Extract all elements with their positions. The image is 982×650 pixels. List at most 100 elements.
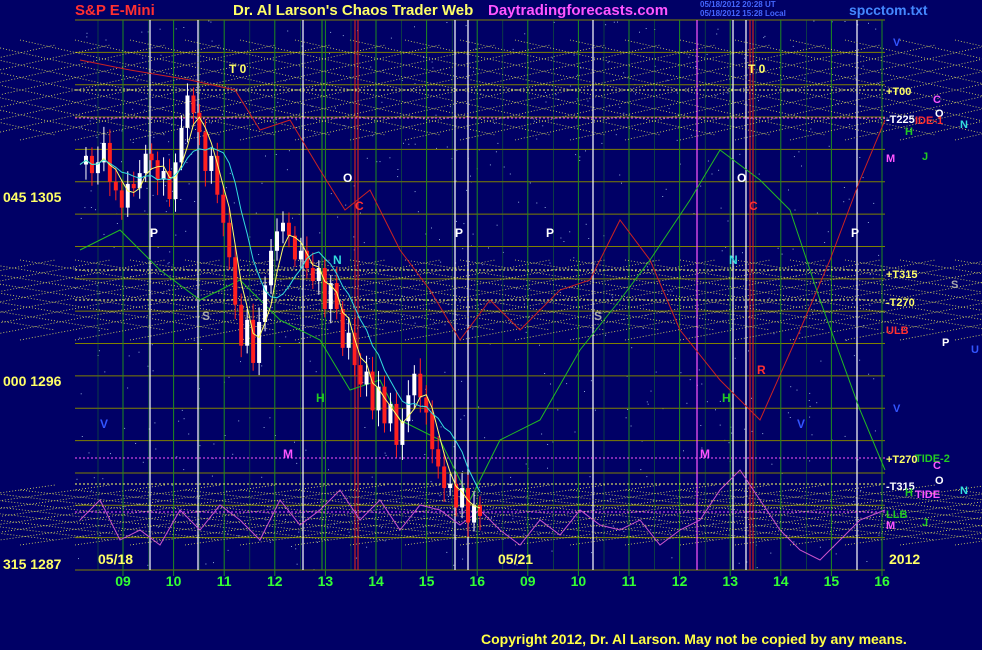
star-dot	[292, 217, 293, 219]
star-dot	[277, 101, 279, 103]
star-dot	[98, 330, 100, 332]
star-dot	[372, 135, 374, 137]
star-dot	[412, 318, 414, 319]
star-dot	[171, 484, 173, 486]
star-dot	[381, 101, 383, 103]
planet-marker: H	[316, 391, 325, 405]
star-dot	[463, 223, 465, 225]
x-axis-tick-label: 11	[622, 573, 637, 589]
star-dot	[631, 347, 633, 349]
star-dot	[640, 469, 642, 471]
price-bar	[275, 231, 280, 251]
star-dot	[124, 427, 126, 429]
star-dot	[353, 236, 355, 238]
star-dot	[291, 546, 292, 547]
star-dot	[430, 481, 432, 483]
star-dot	[86, 36, 88, 38]
price-bar	[113, 181, 118, 191]
star-dot	[258, 254, 260, 255]
right-marker: P	[942, 337, 949, 349]
star-dot	[330, 193, 332, 195]
star-dot	[301, 45, 303, 47]
star-dot	[490, 517, 492, 519]
timestamp-ut: 05/18/2012 20:28 UT	[700, 0, 776, 9]
star-dot	[584, 391, 585, 392]
star-dot	[811, 434, 813, 436]
price-bar	[358, 365, 363, 385]
star-dot	[284, 80, 286, 82]
star-dot	[799, 332, 801, 334]
right-marker: C	[933, 460, 941, 472]
star-dot	[869, 274, 871, 276]
star-dot	[868, 373, 870, 375]
star-dot	[820, 360, 822, 362]
star-dot	[594, 409, 596, 411]
right-marker: J	[922, 151, 928, 163]
star-dot	[183, 469, 185, 471]
right-marker: H	[905, 487, 913, 499]
planet-marker: M	[700, 447, 710, 461]
star-dot	[494, 122, 496, 124]
star-dot	[615, 134, 617, 136]
right-level-label: +T315	[886, 269, 918, 281]
star-dot	[719, 424, 721, 426]
star-dot	[642, 328, 644, 329]
star-dot	[80, 126, 82, 128]
site-url[interactable]: Daytradingforecasts.com	[488, 2, 668, 19]
star-dot	[268, 506, 270, 508]
price-bar	[298, 250, 303, 260]
star-dot	[605, 24, 607, 26]
star-dot	[271, 111, 273, 113]
star-dot	[846, 339, 848, 341]
star-dot	[312, 88, 314, 89]
star-dot	[172, 190, 174, 192]
star-dot	[423, 57, 425, 58]
star-dot	[286, 169, 288, 171]
star-dot	[161, 293, 163, 294]
timestamp-local: 05/18/2012 15:28 Local	[700, 9, 786, 18]
star-dot	[601, 142, 603, 144]
star-dot	[844, 21, 846, 22]
star-dot	[635, 93, 636, 95]
copyright: Copyright 2012, Dr. Al Larson. May not b…	[481, 631, 907, 647]
price-bar	[436, 449, 441, 467]
star-dot	[698, 369, 700, 371]
star-dot	[460, 418, 462, 420]
star-dot	[80, 393, 82, 395]
star-dot	[414, 143, 416, 145]
star-dot	[768, 297, 770, 299]
star-dot	[557, 409, 559, 411]
star-dot	[238, 420, 240, 422]
star-dot	[721, 250, 723, 252]
star-dot	[589, 476, 591, 478]
x-axis-tick-label: 12	[267, 573, 283, 589]
star-dot	[701, 383, 703, 385]
star-dot	[285, 336, 287, 338]
star-dot	[798, 151, 800, 153]
star-dot	[439, 495, 441, 497]
star-dot	[860, 490, 862, 491]
plot-area	[75, 20, 885, 570]
star-dot	[859, 359, 861, 361]
right-marker: IDE-1	[915, 115, 943, 127]
star-dot	[371, 476, 373, 478]
star-dot	[205, 563, 207, 565]
star-dot	[459, 301, 461, 303]
star-dot	[619, 106, 621, 108]
star-dot	[440, 426, 442, 428]
star-dot	[751, 397, 752, 399]
star-dot	[466, 189, 468, 191]
star-dot	[397, 176, 399, 178]
star-dot	[762, 433, 764, 435]
star-dot	[211, 40, 213, 42]
top-marker: T 0	[229, 62, 247, 76]
star-dot	[496, 224, 498, 226]
star-dot	[355, 557, 357, 559]
star-dot	[585, 223, 587, 225]
star-dot	[541, 433, 543, 435]
star-dot	[573, 54, 575, 56]
star-dot	[370, 66, 372, 68]
star-dot	[456, 149, 458, 151]
star-dot	[547, 467, 548, 469]
star-dot	[183, 418, 185, 420]
